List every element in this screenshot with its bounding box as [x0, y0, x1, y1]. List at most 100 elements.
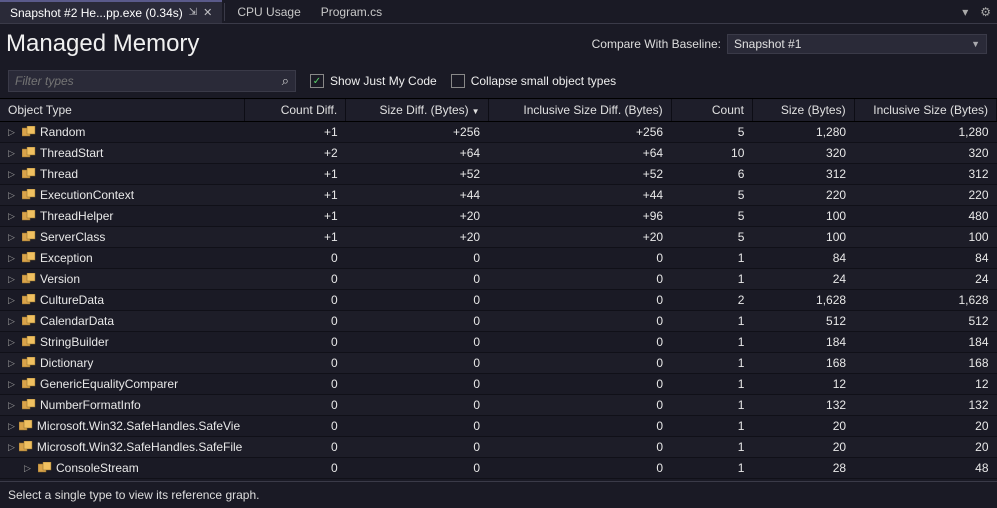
cell-size-diff: 0: [346, 374, 488, 395]
cell-size-diff: 0: [346, 353, 488, 374]
cell-size-diff: +52: [346, 164, 488, 185]
cell-type: ▷Exception: [0, 248, 244, 269]
expand-icon[interactable]: ▷: [8, 400, 18, 411]
table-row[interactable]: ▷NumberFormatInfo0001132132: [0, 395, 997, 416]
search-icon[interactable]: ⌕: [282, 73, 289, 89]
class-icon: [22, 273, 36, 285]
expand-icon[interactable]: ▷: [8, 379, 18, 390]
table-row[interactable]: ▷CultureData00021,6281,628: [0, 290, 997, 311]
table-row[interactable]: ▷ConsoleStream00012848: [0, 458, 997, 479]
expand-icon[interactable]: ▷: [24, 463, 34, 474]
table-row[interactable]: ▷StringBuilder0001184184: [0, 332, 997, 353]
expand-icon[interactable]: ▷: [8, 358, 18, 369]
col-object-type[interactable]: Object Type: [0, 99, 244, 122]
cell-count: 2: [671, 290, 752, 311]
expand-icon[interactable]: ▷: [8, 211, 18, 222]
table-row[interactable]: ▷Random+1+256+25651,2801,280: [0, 122, 997, 143]
close-icon[interactable]: ✕: [203, 6, 212, 19]
type-name: Dictionary: [40, 356, 93, 370]
table-row[interactable]: ▷Dictionary0001168168: [0, 353, 997, 374]
cell-size: 512: [752, 311, 854, 332]
class-icon: [22, 252, 36, 264]
col-incl-size-diff[interactable]: Inclusive Size Diff. (Bytes): [488, 99, 671, 122]
cell-type: ▷Microsoft.Win32.SafeHandles.SafeFile: [0, 437, 244, 458]
cell-count-diff: +1: [244, 164, 346, 185]
cell-count: 1: [671, 437, 752, 458]
expand-icon[interactable]: ▷: [8, 148, 18, 159]
expand-icon[interactable]: ▷: [8, 337, 18, 348]
tab-snapshot[interactable]: Snapshot #2 He...pp.exe (0.34s) ⇲ ✕: [0, 0, 222, 23]
class-icon: [38, 462, 52, 474]
table-row[interactable]: ▷GenericEqualityComparer00011212: [0, 374, 997, 395]
cell-size: 20: [752, 437, 854, 458]
cell-incl-size: 84: [854, 248, 996, 269]
sort-desc-icon: ▼: [472, 107, 480, 116]
col-count-diff[interactable]: Count Diff.: [244, 99, 346, 122]
type-name: ServerClass: [40, 230, 105, 244]
cell-incl-size: 132: [854, 395, 996, 416]
col-size-diff[interactable]: Size Diff. (Bytes)▼: [346, 99, 488, 122]
expand-icon[interactable]: ▷: [8, 253, 18, 264]
expand-icon[interactable]: ▷: [8, 169, 18, 180]
cell-size-diff: +44: [346, 185, 488, 206]
cell-incl-size-diff: +256: [488, 122, 671, 143]
table-row[interactable]: ▷ThreadHelper+1+20+965100480: [0, 206, 997, 227]
expand-icon[interactable]: ▷: [8, 232, 18, 243]
tab-bar: Snapshot #2 He...pp.exe (0.34s) ⇲ ✕ CPU …: [0, 0, 997, 24]
expand-icon[interactable]: ▷: [8, 442, 15, 453]
cell-incl-size: 100: [854, 227, 996, 248]
table-row[interactable]: ▷ServerClass+1+20+205100100: [0, 227, 997, 248]
cell-size: 132: [752, 395, 854, 416]
collapse-small-checkbox[interactable]: Collapse small object types: [451, 74, 616, 88]
tab-program-label: Program.cs: [321, 5, 382, 19]
type-name: ConsoleStream: [56, 461, 139, 475]
cell-incl-size: 512: [854, 311, 996, 332]
cell-count-diff: 0: [244, 290, 346, 311]
checkbox-unchecked-icon: [451, 74, 465, 88]
window-dropdown-icon[interactable]: ▾: [956, 5, 974, 19]
cell-type: ▷Random: [0, 122, 244, 143]
class-icon: [22, 294, 36, 306]
table-row[interactable]: ▷Microsoft.Win32.SafeHandles.SafeVie0001…: [0, 416, 997, 437]
compare-baseline-select[interactable]: Snapshot #1 ▼: [727, 34, 987, 54]
table-row[interactable]: ▷Version00012424: [0, 269, 997, 290]
cell-size: 100: [752, 227, 854, 248]
table-row[interactable]: ▷Microsoft.Win32.SafeHandles.SafeFile000…: [0, 437, 997, 458]
gear-icon[interactable]: ⚙: [974, 5, 997, 19]
cell-count: 1: [671, 269, 752, 290]
table-row[interactable]: ▷ExecutionContext+1+44+445220220: [0, 185, 997, 206]
cell-count: 1: [671, 248, 752, 269]
table-scroll[interactable]: Object Type Count Diff. Size Diff. (Byte…: [0, 99, 997, 481]
col-size[interactable]: Size (Bytes): [752, 99, 854, 122]
cell-size-diff: +256: [346, 122, 488, 143]
pin-icon[interactable]: ⇲: [189, 7, 197, 18]
expand-icon[interactable]: ▷: [8, 421, 15, 432]
filter-input[interactable]: [15, 74, 282, 88]
cell-size-diff: +20: [346, 206, 488, 227]
header: Managed Memory Compare With Baseline: Sn…: [0, 24, 997, 64]
table-row[interactable]: ▷Exception00018484: [0, 248, 997, 269]
cell-incl-size: 320: [854, 143, 996, 164]
table-row[interactable]: ▷CalendarData0001512512: [0, 311, 997, 332]
expand-icon[interactable]: ▷: [8, 127, 18, 138]
expand-icon[interactable]: ▷: [8, 274, 18, 285]
cell-count-diff: 0: [244, 269, 346, 290]
table-row[interactable]: ▷Thread+1+52+526312312: [0, 164, 997, 185]
tab-cpu-usage[interactable]: CPU Usage: [227, 0, 310, 23]
cell-count: 5: [671, 227, 752, 248]
expand-icon[interactable]: ▷: [8, 295, 18, 306]
cell-count-diff: 0: [244, 353, 346, 374]
filter-wrapper: ⌕: [8, 70, 296, 92]
expand-icon[interactable]: ▷: [8, 190, 18, 201]
status-bar: Select a single type to view its referen…: [0, 481, 997, 508]
show-my-code-checkbox[interactable]: ✓ Show Just My Code: [310, 74, 437, 88]
tab-program-cs[interactable]: Program.cs: [311, 0, 392, 23]
expand-icon[interactable]: ▷: [8, 316, 18, 327]
cell-incl-size: 24: [854, 269, 996, 290]
cell-incl-size-diff: +44: [488, 185, 671, 206]
col-incl-size[interactable]: Inclusive Size (Bytes): [854, 99, 996, 122]
col-count[interactable]: Count: [671, 99, 752, 122]
cell-incl-size-diff: 0: [488, 311, 671, 332]
type-name: NumberFormatInfo: [40, 398, 141, 412]
table-row[interactable]: ▷ThreadStart+2+64+6410320320: [0, 143, 997, 164]
